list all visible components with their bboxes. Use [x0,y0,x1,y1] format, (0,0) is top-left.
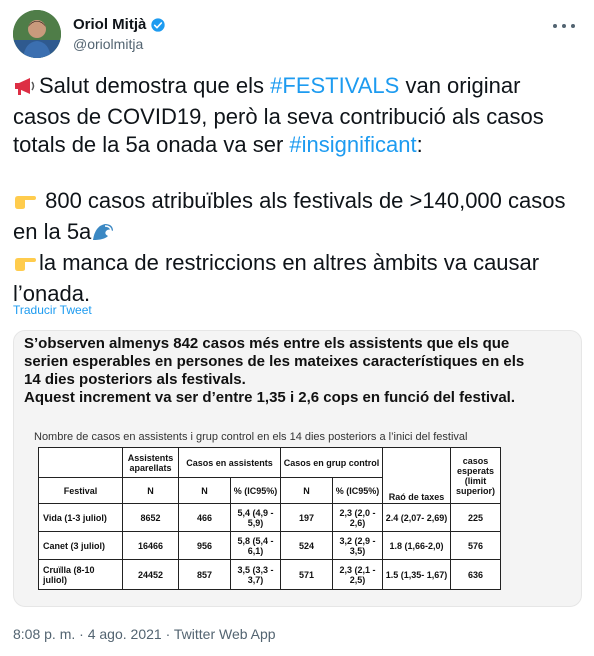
header-n: N [122,477,179,504]
header-n: N [178,477,231,504]
meta-separator: · [165,626,171,642]
heading-line: Aquest increment va ser d’entre 1,35 i 2… [24,389,516,406]
header-casos-assistents: Casos en assistents [178,447,281,478]
tweet-header: Oriol Mitjà @oriolmitja [13,10,583,60]
cell-pct-grup: 2,3 (2,1 - 2,5) [332,559,383,590]
header-festival: Festival [38,477,123,504]
pointing-right-icon [13,190,37,218]
cell-n-grup: 524 [280,531,333,560]
table-row: Cruïlla (8-10 juliol) 24452 857 3,5 (3,3… [38,559,501,590]
tweet-time[interactable]: 8:08 p. m. [13,626,75,642]
cell-assistents: 8652 [122,503,179,532]
water-wave-icon [91,220,115,249]
tweet-text-part: Salut demostra que els [39,73,271,98]
pointing-right-icon [13,252,37,280]
tweet-date[interactable]: 4 ago. 2021 [88,626,162,642]
table-caption: Nombre de casos en assistents i grup con… [34,431,468,443]
hashtag-festivals[interactable]: #FESTIVALS [270,73,399,98]
cell-rao: 2.4 (2,07- 2,69) [382,503,451,532]
cell-rao: 1.8 (1,66-2,0) [382,531,451,560]
cell-assistents: 16466 [122,531,179,560]
cell-pct-cas: 5,8 (5,4 - 6,1) [230,531,281,560]
header-rao: Raó de taxes [382,447,451,504]
author-handle[interactable]: @oriolmitja [73,36,143,52]
cell-pct-grup: 3,2 (2,9 - 3,5) [332,531,383,560]
header-cell [38,447,123,478]
more-options-icon[interactable] [553,18,575,34]
cell-rao: 1.5 (1,35- 1,67) [382,559,451,590]
meta-separator: · [79,626,84,642]
header-esperats: casos esperats (limit superior) [450,447,501,504]
hashtag-insignificant[interactable]: #insignificant [289,132,416,157]
cell-festival: Vida (1-3 juliol) [38,503,123,532]
tweet-image[interactable]: S’observen almenys 842 casos més entre e… [13,330,582,607]
header-n: N [280,477,333,504]
avatar[interactable] [13,10,61,58]
cell-pct-grup: 2,3 (2,0 - 2,6) [332,503,383,532]
cases-table: Assistents aparellats Casos en assistent… [38,447,501,590]
cell-pct-cas: 3,5 (3,3 - 3,7) [230,559,281,590]
cell-n-cas: 956 [178,531,231,560]
cell-esperats: 636 [450,559,501,590]
header-casos-grup: Casos en grup control [280,447,383,478]
heading-line: 14 dies posteriors als festivals. [24,371,246,388]
header-assistents: Assistents aparellats [122,447,179,478]
author-name[interactable]: Oriol Mitjà [73,16,146,33]
table-row: Canet (3 juliol) 16466 956 5,8 (5,4 - 6,… [38,531,501,560]
verified-badge-icon [150,17,166,33]
cell-assistents: 24452 [122,559,179,590]
translate-tweet-link[interactable]: Traducir Tweet [13,303,92,317]
cell-esperats: 225 [450,503,501,532]
heading-line: S’observen almenys 842 casos més entre e… [24,335,510,352]
cell-n-cas: 857 [178,559,231,590]
megaphone-icon [13,75,37,103]
cell-festival: Canet (3 juliol) [38,531,123,560]
tweet-source: Twitter Web App [173,626,276,642]
cell-pct-cas: 5,4 (4,9 - 5,9) [230,503,281,532]
cell-n-cas: 466 [178,503,231,532]
tweet-metadata: 8:08 p. m. · 4 ago. 2021 · Twitter Web A… [13,626,276,642]
heading-line: serien esperables en persones de les mat… [24,353,525,370]
cell-esperats: 576 [450,531,501,560]
header-pct: % (IC95%) [230,477,281,504]
bullet-text-2: la manca de restriccions en altres àmbit… [13,250,540,306]
tweet-text: Salut demostra que els #FESTIVALS van or… [13,72,583,308]
table-row: Vida (1-3 juliol) 8652 466 5,4 (4,9 - 5,… [38,503,501,532]
cell-n-grup: 197 [280,503,333,532]
image-heading: S’observen almenys 842 casos més entre e… [24,335,569,407]
cell-n-grup: 571 [280,559,333,590]
cell-festival: Cruïlla (8-10 juliol) [38,559,123,590]
tweet-text-part: : [416,132,423,157]
header-pct: % (IC95%) [332,477,383,504]
